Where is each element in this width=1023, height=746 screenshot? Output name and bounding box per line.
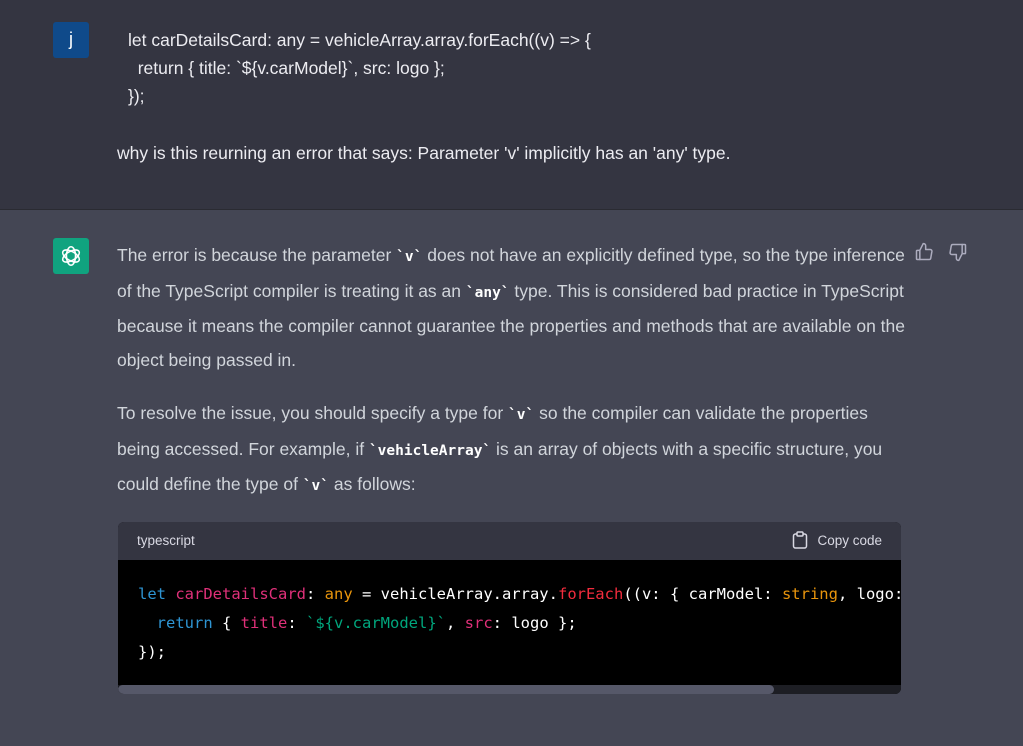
code-token: , logo: [837, 585, 901, 603]
inline-code: `v` [508, 407, 535, 423]
code-block-header: typescript Copy code [118, 522, 901, 560]
code-token: title [240, 614, 288, 632]
answer-paragraph: To resolve the issue, you should specify… [117, 397, 907, 504]
code-token: `${v.carModel}` [306, 614, 446, 632]
inline-code: `any` [465, 284, 510, 301]
copy-code-label: Copy code [817, 532, 882, 548]
user-avatar: j [53, 22, 89, 58]
code-language-label: typescript [137, 533, 195, 548]
feedback-buttons [914, 242, 970, 264]
code-token: src [464, 614, 493, 632]
openai-logo-icon [61, 246, 81, 266]
clipboard-icon [793, 531, 808, 549]
user-code-line: return { title: `${v.carModel}`, src: lo… [128, 58, 445, 78]
code-content: let carDetailsCard: any = vehicleArray.a… [138, 580, 901, 667]
code-block: typescript Copy code let carDetailsCard:… [118, 522, 901, 694]
thumbs-down-icon[interactable] [948, 242, 970, 264]
answer-text: To resolve the issue, you should specify… [117, 403, 509, 423]
answer-paragraph: The error is because the parameter `v` d… [117, 239, 907, 377]
user-message: j let carDetailsCard: any = vehicleArray… [0, 0, 1023, 210]
code-token: : [306, 585, 325, 603]
user-avatar-letter: j [69, 29, 73, 49]
scrollbar-thumb[interactable] [118, 685, 774, 694]
code-token: any [324, 585, 353, 603]
inline-code: `v` [396, 249, 423, 265]
user-code-line: let carDetailsCard: any = vehicleArray.a… [128, 30, 591, 50]
code-token: let [138, 585, 166, 603]
code-token: ((v: { carModel: [623, 585, 782, 603]
code-token: string [781, 585, 838, 603]
user-question: why is this reurning an error that says:… [117, 143, 731, 163]
code-token: forEach [557, 585, 624, 603]
code-token: { [212, 614, 241, 632]
thumbs-up-icon[interactable] [914, 242, 936, 264]
code-token: : logo }; [492, 614, 577, 632]
code-token: }); [138, 643, 166, 661]
user-code-line: }); [128, 86, 145, 106]
inline-code: `vehicleArray` [368, 442, 492, 459]
user-code-snippet: let carDetailsCard: any = vehicleArray.a… [128, 26, 591, 110]
code-token: = vehicleArray.array. [352, 585, 558, 603]
code-token: : [287, 614, 307, 632]
answer-text: The error is because the parameter [117, 245, 397, 265]
code-token: carDetailsCard [175, 585, 306, 603]
code-token: return [156, 614, 213, 632]
horizontal-scrollbar[interactable] [118, 685, 901, 694]
inline-code: `v` [302, 478, 330, 495]
code-block-body: let carDetailsCard: any = vehicleArray.a… [118, 560, 901, 694]
code-token: , [446, 614, 465, 632]
answer-text: as follows: [329, 474, 416, 495]
assistant-avatar [53, 238, 89, 274]
copy-code-button[interactable]: Copy code [792, 531, 882, 549]
